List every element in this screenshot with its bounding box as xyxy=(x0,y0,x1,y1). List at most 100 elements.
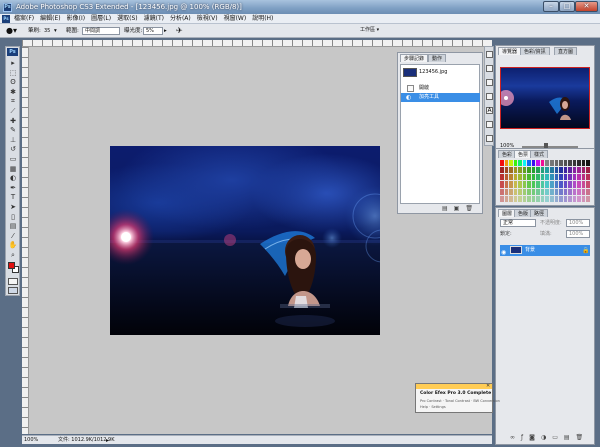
color-swatch[interactable] xyxy=(540,181,545,188)
color-swatch[interactable] xyxy=(554,160,559,167)
color-swatch[interactable] xyxy=(581,167,586,174)
adjustment-layer-icon[interactable]: ◑ xyxy=(541,434,546,441)
tab-navigator[interactable]: 導覽器 xyxy=(498,47,522,55)
menu-help[interactable]: 說明(H) xyxy=(252,14,273,24)
color-swatch[interactable] xyxy=(550,160,554,167)
tab-history[interactable]: 步驟記錄 xyxy=(400,54,429,62)
color-swatch[interactable] xyxy=(577,181,581,188)
exposure-slider-arrow-icon[interactable]: ▸ xyxy=(164,26,167,36)
color-swatch[interactable] xyxy=(536,174,540,181)
panel-icon-layer-comps[interactable] xyxy=(486,135,493,142)
color-swatch[interactable] xyxy=(563,195,568,202)
layer-mask-icon[interactable]: ◙ xyxy=(529,434,535,441)
brush-picker-arrow-icon[interactable]: ▾ xyxy=(54,26,57,36)
exposure-input[interactable]: 5% xyxy=(143,27,163,35)
move-tool-icon[interactable]: ▸ xyxy=(8,59,18,68)
color-swatch[interactable] xyxy=(531,167,536,174)
tab-color-info[interactable]: 色彩/資訊 xyxy=(520,47,550,55)
color-swatch[interactable] xyxy=(509,181,513,188)
menu-select[interactable]: 選取(S) xyxy=(117,14,138,24)
color-swatch[interactable] xyxy=(513,188,518,195)
color-swatch[interactable] xyxy=(531,160,536,167)
color-swatch[interactable] xyxy=(559,174,563,181)
hand-tool-icon[interactable]: ✋ xyxy=(8,241,18,250)
color-swatch[interactable] xyxy=(545,181,550,188)
color-swatch[interactable] xyxy=(504,181,509,188)
color-swatch[interactable] xyxy=(572,160,577,167)
plugin-footer[interactable]: Help · Settings xyxy=(420,405,446,409)
airbrush-icon[interactable]: ✈ xyxy=(176,26,183,36)
history-brush-tool-icon[interactable]: ↺ xyxy=(8,145,18,154)
menu-filter[interactable]: 濾鏡(T) xyxy=(144,14,164,24)
color-swatch[interactable] xyxy=(586,195,590,202)
healing-brush-tool-icon[interactable]: ✚ xyxy=(8,117,18,126)
color-swatch[interactable] xyxy=(518,174,522,181)
color-swatch[interactable] xyxy=(559,188,563,195)
color-swatch[interactable] xyxy=(504,188,509,195)
color-swatch[interactable] xyxy=(509,188,513,195)
color-swatch[interactable] xyxy=(522,188,527,195)
color-swatch[interactable] xyxy=(554,167,559,174)
color-swatch[interactable] xyxy=(554,195,559,202)
color-swatch[interactable] xyxy=(586,188,590,195)
type-tool-icon[interactable]: T xyxy=(8,193,18,202)
color-swatch[interactable] xyxy=(572,188,577,195)
menu-view[interactable]: 檢視(V) xyxy=(197,14,218,24)
color-swatch[interactable] xyxy=(509,160,513,167)
link-layers-icon[interactable]: ∞ xyxy=(510,434,515,441)
panel-icon-paragraph[interactable] xyxy=(486,121,493,128)
history-step[interactable]: 開啟 xyxy=(401,84,480,93)
color-swatch[interactable] xyxy=(559,160,563,167)
plugin-filter-list[interactable]: Pro Contrast · Tonal Contrast · BW Conve… xyxy=(420,399,500,403)
color-swatch[interactable] xyxy=(500,174,504,181)
color-swatch[interactable] xyxy=(518,160,522,167)
color-swatch[interactable] xyxy=(586,181,590,188)
new-layer-icon[interactable]: ▤ xyxy=(564,434,570,441)
color-swatch[interactable] xyxy=(518,195,522,202)
color-efex-plugin-window[interactable]: ✕ Color Efex Pro 3.0 Complete Pro Contra… xyxy=(415,383,500,413)
delete-layer-icon[interactable]: 🗑 xyxy=(576,434,584,441)
color-swatch[interactable] xyxy=(577,160,581,167)
color-swatch[interactable] xyxy=(540,188,545,195)
status-arrow-icon[interactable]: ▸ xyxy=(106,436,109,445)
new-group-icon[interactable]: ▭ xyxy=(552,434,558,441)
eraser-tool-icon[interactable]: ▭ xyxy=(8,155,18,164)
blend-mode-select[interactable]: 正常 xyxy=(500,219,536,227)
panel-icon-history[interactable] xyxy=(486,51,493,58)
color-swatch[interactable] xyxy=(581,160,586,167)
dodge-tool-icon[interactable]: ◐ xyxy=(8,174,18,183)
color-swatch[interactable] xyxy=(577,195,581,202)
color-swatch[interactable] xyxy=(563,160,568,167)
color-swatch[interactable] xyxy=(527,188,531,195)
color-swatch[interactable] xyxy=(531,181,536,188)
color-swatch[interactable] xyxy=(568,174,572,181)
color-swatch[interactable] xyxy=(586,167,590,174)
screen-mode-icon[interactable] xyxy=(8,287,18,294)
color-swatch[interactable] xyxy=(550,188,554,195)
layer-visibility-eye-icon[interactable]: ◉ xyxy=(501,247,506,258)
color-swatch[interactable] xyxy=(513,160,518,167)
color-swatch[interactable] xyxy=(536,181,540,188)
panel-icon-actions[interactable] xyxy=(486,65,493,72)
range-select[interactable]: 中間調 xyxy=(82,27,120,35)
color-swatch[interactable] xyxy=(504,167,509,174)
color-swatch[interactable] xyxy=(545,174,550,181)
maximize-button[interactable]: □ xyxy=(559,1,575,12)
color-swatch[interactable] xyxy=(522,174,527,181)
history-snapshot[interactable]: 123456.jpg xyxy=(401,67,480,78)
color-swatch[interactable] xyxy=(522,167,527,174)
color-swatch[interactable] xyxy=(518,181,522,188)
pen-tool-icon[interactable]: ✒ xyxy=(8,184,18,193)
color-swatch[interactable] xyxy=(500,160,504,167)
slice-tool-icon[interactable]: ⟋ xyxy=(8,107,18,116)
foreground-color-swatch[interactable] xyxy=(8,262,15,269)
photoshop-app-icon[interactable]: Ps xyxy=(3,3,12,12)
panel-icon-tool-presets[interactable] xyxy=(486,93,493,100)
opacity-input[interactable]: 100% xyxy=(566,219,590,227)
lasso-tool-icon[interactable]: ʘ xyxy=(8,78,18,87)
color-swatch[interactable] xyxy=(540,167,545,174)
color-swatch[interactable] xyxy=(500,181,504,188)
new-document-from-state-icon[interactable]: ▤ xyxy=(442,205,448,212)
color-swatch[interactable] xyxy=(527,160,531,167)
menu-analysis[interactable]: 分析(A) xyxy=(170,14,191,24)
